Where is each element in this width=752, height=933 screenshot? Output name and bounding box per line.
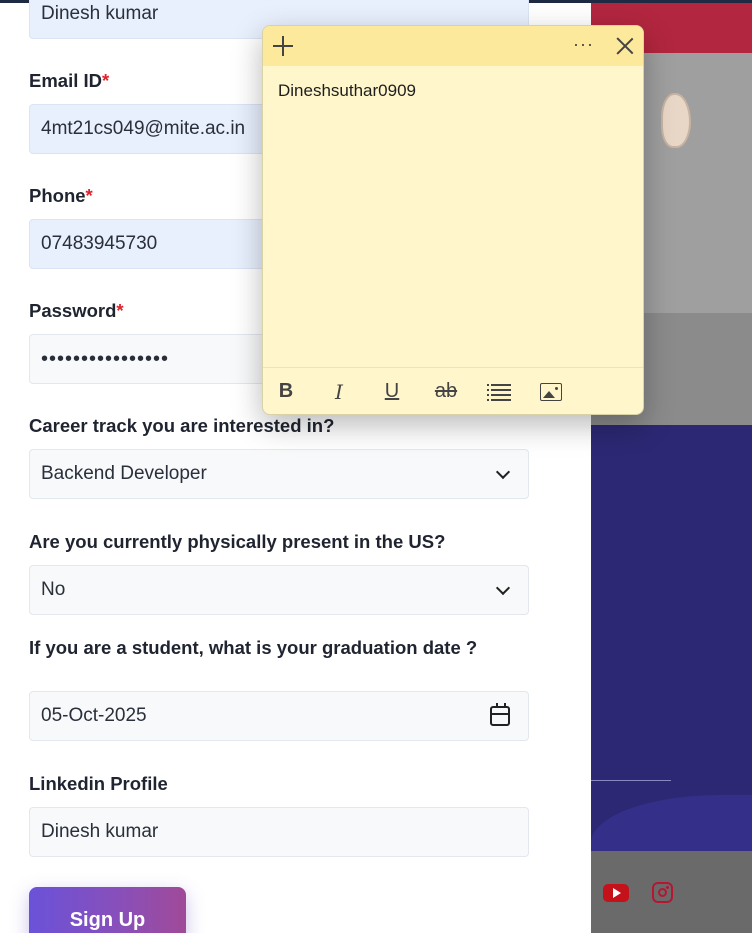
linkedin-value: Dinesh kumar [41, 821, 159, 842]
graduation-label: If you are a student, what is your gradu… [29, 637, 478, 658]
strikethrough-icon[interactable]: ab [433, 380, 459, 403]
required-mark: * [85, 185, 93, 206]
bold-icon[interactable]: B [273, 380, 299, 403]
required-mark: * [116, 300, 124, 321]
career-select[interactable]: Backend Developer [29, 449, 529, 499]
us-presence-label: Are you currently physically present in … [29, 531, 446, 552]
photo-hand [661, 93, 691, 148]
close-icon[interactable] [615, 36, 635, 56]
email-label: Email ID* [29, 70, 110, 91]
sticky-note-toolbar: B I U ab [263, 367, 643, 414]
name-value: Dinesh kumar [41, 3, 159, 24]
list-icon[interactable] [487, 383, 511, 401]
more-icon[interactable]: ··· [573, 34, 594, 55]
panel-wave [591, 795, 752, 855]
sticky-note-text[interactable]: Dineshsuthar0909 [278, 81, 416, 101]
phone-value: 07483945730 [41, 233, 158, 254]
linkedin-field[interactable]: Dinesh kumar [29, 807, 529, 857]
career-label: Career track you are interested in? [29, 415, 335, 436]
sticky-note-header[interactable]: ··· [263, 26, 643, 66]
password-value: •••••••••••••••• [41, 347, 170, 370]
panel-footer [591, 851, 752, 933]
us-presence-value: No [41, 579, 66, 600]
chevron-down-icon [495, 464, 511, 480]
youtube-icon[interactable] [603, 884, 629, 902]
linkedin-label: Linkedin Profile [29, 773, 168, 794]
sign-up-button[interactable]: Sign Up [29, 887, 186, 933]
panel-indigo-section [591, 425, 752, 855]
panel-divider [591, 780, 671, 781]
calendar-icon[interactable] [490, 703, 510, 726]
email-value: 4mt21cs049@mite.ac.in [41, 118, 246, 139]
sticky-note-window[interactable]: ··· Dineshsuthar0909 B I U ab [262, 25, 644, 415]
graduation-value: 05-Oct-2025 [41, 705, 147, 726]
password-label: Password* [29, 300, 124, 321]
underline-icon[interactable]: U [379, 380, 405, 403]
graduation-date-input[interactable]: 05-Oct-2025 [29, 691, 529, 741]
required-mark: * [102, 70, 110, 91]
phone-label: Phone* [29, 185, 93, 206]
chevron-down-icon [495, 580, 511, 596]
image-icon[interactable] [540, 383, 562, 401]
italic-icon[interactable]: I [326, 380, 352, 404]
instagram-icon[interactable] [652, 882, 673, 903]
us-presence-select[interactable]: No [29, 565, 529, 615]
career-value: Backend Developer [41, 463, 207, 484]
plus-icon[interactable] [273, 36, 293, 56]
